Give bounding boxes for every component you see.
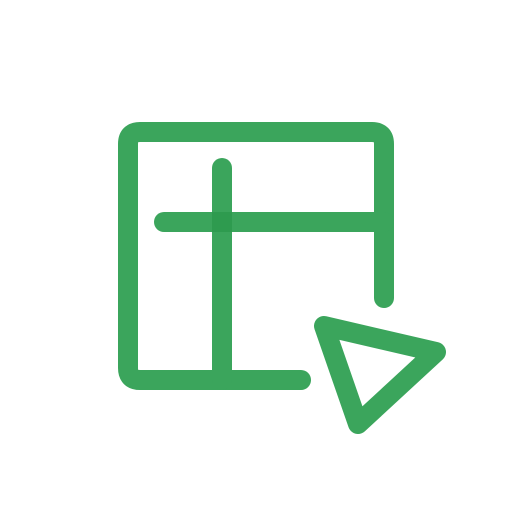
table-pointer-icon: [118, 122, 446, 434]
intersection-mark: [212, 212, 232, 232]
pointer-triangle: [314, 316, 446, 434]
table-outline: [118, 122, 394, 390]
icon-canvas: [0, 0, 512, 512]
